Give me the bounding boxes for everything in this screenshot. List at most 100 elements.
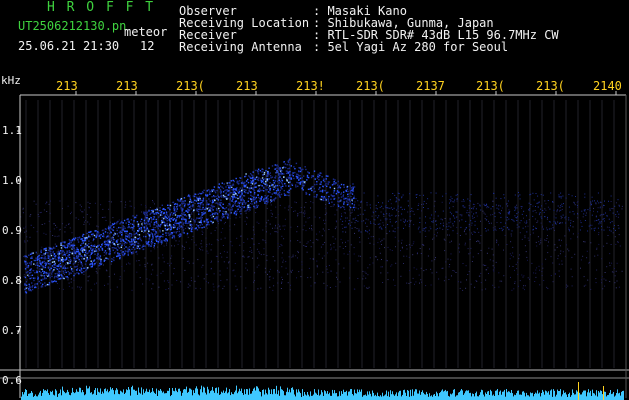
spectrum-bar: [62, 386, 63, 400]
echo-core-dot: [283, 176, 285, 178]
noise-dot: [432, 238, 434, 240]
echo-dot: [85, 269, 87, 272]
echo-dot: [186, 208, 189, 210]
echo-dot: [251, 199, 253, 202]
echo-dot: [108, 229, 111, 231]
echo-dot: [337, 204, 339, 206]
echo-dot: [39, 268, 41, 270]
noise-dot: [267, 219, 269, 221]
echo-dot: [138, 234, 141, 236]
spectrum-bar: [442, 389, 443, 400]
noise-dot: [406, 255, 408, 257]
echo-dot: [311, 175, 313, 177]
noise-dot: [149, 279, 151, 281]
noise-dot: [493, 267, 495, 269]
echo-trail-dot: [379, 223, 381, 225]
noise-dot: [589, 261, 591, 263]
echo-trail-dot: [488, 222, 490, 224]
echo-dot: [101, 243, 103, 246]
noise-dot: [168, 281, 170, 283]
noise-dot: [79, 209, 81, 211]
noise-dot: [263, 253, 265, 255]
spectrum-bar: [404, 389, 405, 400]
noise-dot: [195, 218, 197, 220]
spectrum-bar: [457, 395, 458, 400]
noise-dot: [410, 281, 412, 283]
echo-dot: [219, 210, 221, 212]
noise-dot: [58, 229, 60, 231]
echo-dot: [187, 204, 189, 206]
echo-dot: [310, 176, 313, 179]
noise-dot: [494, 286, 496, 288]
echo-dot: [266, 203, 268, 205]
noise-dot: [279, 225, 281, 227]
echo-trail-dot: [603, 213, 605, 215]
echo-dot: [108, 225, 110, 228]
noise-dot: [269, 223, 271, 225]
echo-dot: [47, 275, 49, 277]
echo-dot: [93, 244, 96, 246]
echo-dot: [83, 271, 85, 273]
echo-dot: [53, 280, 56, 282]
noise-dot: [229, 244, 231, 246]
spectrum-bar: [70, 395, 71, 400]
noise-dot: [554, 249, 556, 251]
echo-dot: [204, 212, 206, 214]
echo-trail-dot: [553, 220, 555, 222]
echo-trail-dot: [348, 193, 350, 195]
echo-trail-dot: [474, 231, 476, 233]
echo-trail-dot: [535, 206, 536, 207]
noise-dot: [224, 237, 226, 239]
spectrum-bar: [100, 388, 101, 400]
echo-dot: [48, 272, 50, 274]
echo-dot: [103, 234, 105, 236]
echo-trail-dot: [400, 206, 402, 208]
echo-dot: [83, 255, 86, 257]
noise-dot: [583, 285, 585, 287]
echo-dot: [151, 239, 154, 241]
echo-dot: [128, 236, 130, 239]
echo-dot: [257, 171, 259, 173]
echo-dot: [219, 189, 222, 191]
echo-dot: [154, 229, 156, 231]
noise-dot: [324, 223, 326, 225]
noise-dot: [48, 220, 50, 222]
spectrum-bar: [71, 392, 72, 400]
echo-trail-dot: [594, 200, 595, 202]
echo-dot: [251, 188, 254, 190]
echo-dot: [333, 183, 335, 185]
echo-trail-dot: [532, 225, 534, 227]
echo-dot: [65, 271, 67, 274]
spectrum-bar: [269, 389, 270, 400]
echo-dot: [227, 208, 230, 210]
echo-dot: [26, 262, 29, 264]
spectrum-bar: [504, 389, 505, 400]
echo-dot: [64, 246, 66, 248]
spectrum-bar: [192, 395, 193, 400]
echo-dot: [128, 248, 131, 251]
spectrum-bar: [45, 390, 46, 400]
noise-dot: [407, 211, 409, 213]
noise-dot: [256, 221, 258, 223]
echo-dot: [40, 249, 42, 251]
echo-dot: [59, 259, 62, 261]
echo-dot: [172, 212, 175, 215]
echo-dot: [196, 229, 199, 231]
noise-dot: [270, 209, 272, 211]
echo-dot: [201, 227, 203, 229]
spectrum-bar: [356, 393, 357, 400]
echo-dot: [131, 229, 134, 231]
noise-dot: [115, 251, 117, 253]
noise-dot: [535, 269, 537, 271]
echo-dot: [212, 221, 214, 223]
echo-dot: [156, 240, 158, 242]
echo-dot: [111, 258, 113, 260]
echo-dot: [143, 229, 146, 232]
noise-dot: [610, 201, 612, 202]
echo-dot: [212, 206, 214, 208]
noise-dot: [178, 240, 180, 242]
noise-dot: [283, 238, 285, 240]
echo-dot: [76, 257, 78, 259]
echo-dot: [68, 250, 70, 252]
echo-dot: [71, 243, 74, 246]
